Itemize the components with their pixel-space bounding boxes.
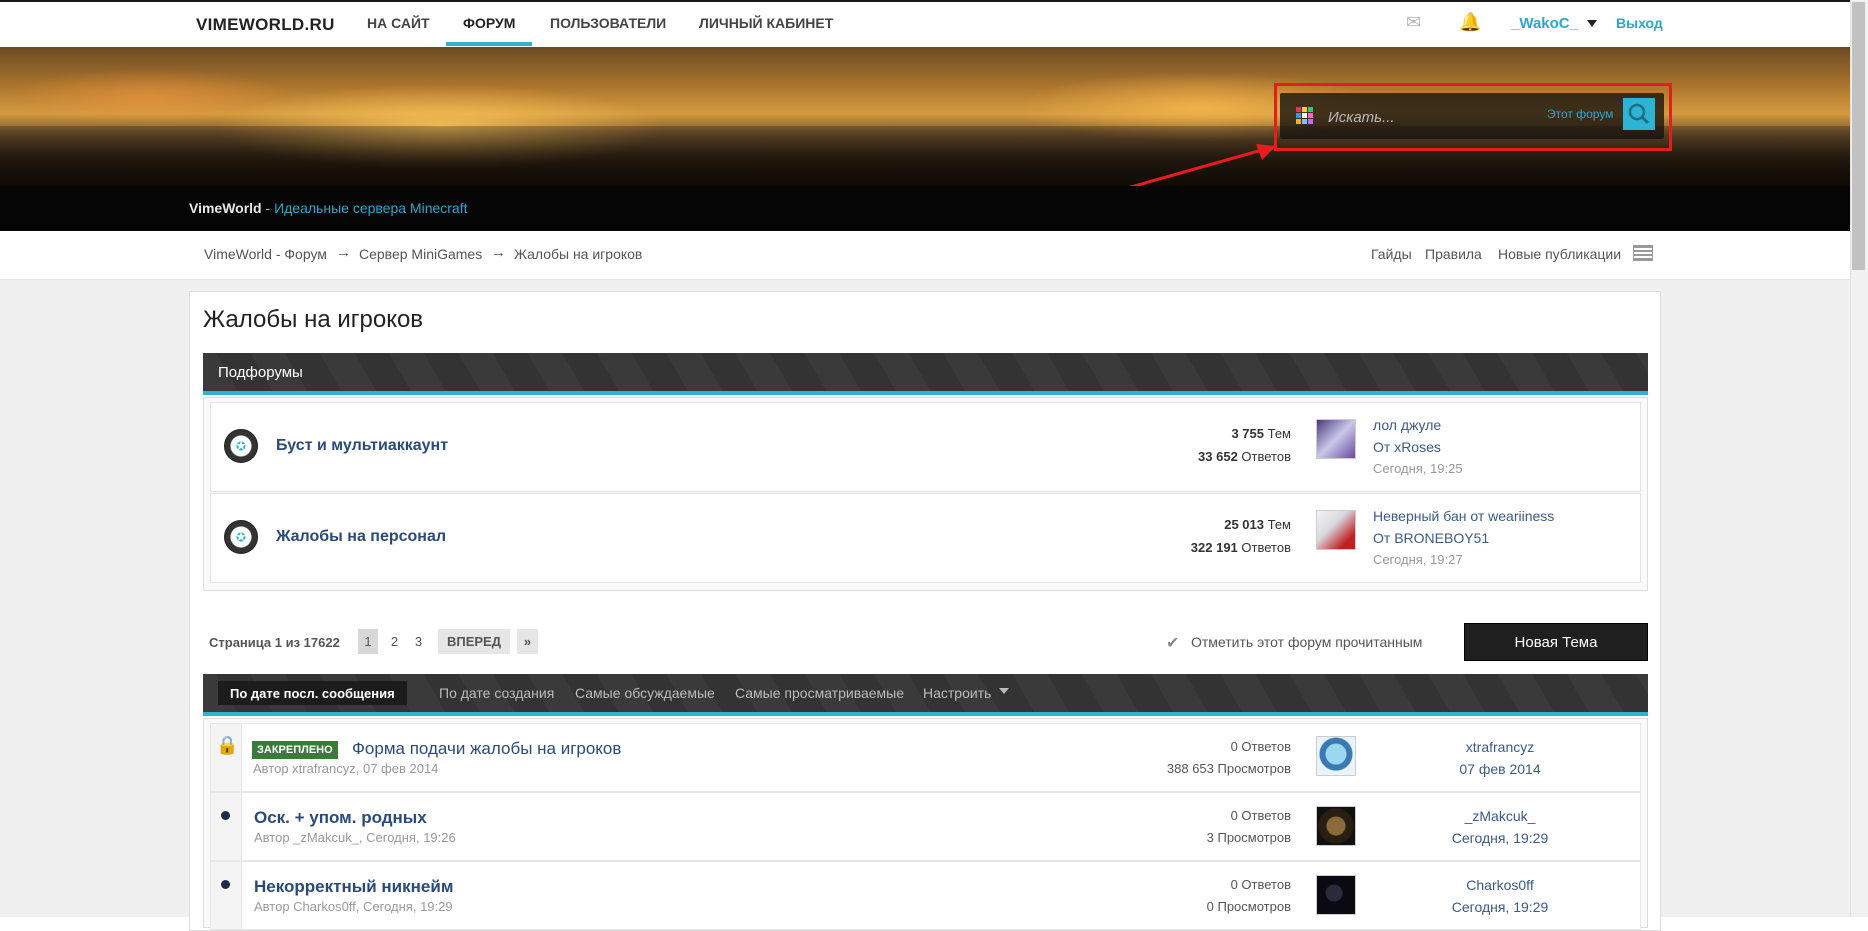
nav-item-forum[interactable]: ФОРУМ: [463, 15, 515, 31]
thread-title[interactable]: Форма подачи жалобы на игроков: [352, 739, 621, 759]
last-post-time: Сегодня, 19:27: [1373, 552, 1463, 567]
nav-item-cabinet[interactable]: ЛИЧНЫЙ КАБИНЕТ: [699, 15, 833, 31]
chevron-down-icon[interactable]: [999, 688, 1009, 694]
subforum-star-icon: ★: [224, 429, 258, 463]
subforums-header: [203, 353, 1648, 395]
user-menu[interactable]: _WakoC_: [1511, 15, 1578, 32]
last-post-author[interactable]: От xRoses: [1373, 439, 1441, 455]
replies-label: Ответов: [1241, 449, 1291, 464]
replies-label: Ответов: [1241, 540, 1291, 555]
breadcrumb-arrow: →: [491, 244, 506, 261]
last-post-title[interactable]: Неверный бан от weariiness: [1373, 508, 1554, 524]
chevron-down-icon[interactable]: [1587, 20, 1597, 27]
check-icon[interactable]: ✔: [1166, 633, 1179, 653]
sort-option[interactable]: Самые просматриваемые: [735, 685, 904, 701]
thread-views: 388 653 Просмотров: [1166, 761, 1291, 776]
thread-views: 3 Просмотров: [1206, 830, 1291, 845]
nav-active-indicator: [446, 42, 532, 46]
subforum-replies: 33 652 Ответов: [1171, 449, 1291, 464]
avatar[interactable]: [1316, 875, 1356, 915]
replies-count: 322 191: [1190, 540, 1238, 555]
unread-indicator: [221, 880, 230, 889]
nav-item-users[interactable]: ПОЛЬЗОВАТЕЛИ: [550, 15, 666, 31]
thread-meta: Автор _zMakcuk_, Сегодня, 19:26: [254, 830, 456, 845]
pinned-badge: ЗАКРЕПЛЕНО: [252, 741, 338, 759]
topics-label: Тем: [1267, 426, 1291, 441]
last-post-author[interactable]: От BRONEBOY51: [1373, 530, 1489, 546]
subforum-title[interactable]: Буст и мультиаккаунт: [276, 437, 448, 455]
page-title: Жалобы на игроков: [203, 306, 424, 333]
breadcrumb-item[interactable]: VimeWorld - Форум: [204, 246, 327, 262]
last-post-time: Сегодня, 19:25: [1373, 461, 1463, 476]
mail-icon[interactable]: ✉: [1406, 12, 1421, 33]
thread-replies: 0 Ответов: [1230, 877, 1291, 892]
sort-customize[interactable]: Настроить: [923, 685, 991, 701]
thread-views: 0 Просмотров: [1206, 899, 1291, 914]
last-post-time[interactable]: Сегодня, 19:29: [1420, 899, 1580, 915]
avatar[interactable]: [1316, 419, 1356, 459]
page-info: Страница 1 из 17622: [209, 635, 340, 650]
thread-title[interactable]: Некорректный никнейм: [254, 877, 453, 897]
topics-label: Тем: [1267, 517, 1291, 532]
topics-count: 25 013: [1224, 517, 1264, 532]
mark-read-link[interactable]: Отметить этот форум прочитанным: [1191, 634, 1422, 650]
subforum-title[interactable]: Жалобы на персонал: [276, 528, 446, 546]
subforum-topics: 25 013 Тем: [1171, 517, 1291, 532]
replies-count: 33 652: [1198, 449, 1238, 464]
avatar[interactable]: [1316, 736, 1356, 776]
nav-item-site[interactable]: НА САЙТ: [367, 15, 430, 31]
thread-meta: Автор Charkos0ff, Сегодня, 19:29: [254, 899, 453, 914]
last-post-time[interactable]: 07 фев 2014: [1420, 761, 1580, 777]
scrollbar-thumb[interactable]: [1852, 2, 1865, 270]
sort-option[interactable]: По дате создания: [439, 685, 554, 701]
last-post-user[interactable]: xtrafrancyz: [1420, 739, 1580, 755]
breadcrumb-arrow: →: [336, 244, 351, 261]
last-post-user[interactable]: _zMakcuk_: [1420, 808, 1580, 824]
thread-replies: 0 Ответов: [1230, 808, 1291, 823]
highlight-rectangle: [1274, 83, 1672, 151]
new-topic-button[interactable]: Новая Тема: [1464, 623, 1648, 661]
layout-toggle-icon[interactable]: [1633, 245, 1653, 261]
breadcrumb-current[interactable]: Жалобы на игроков: [514, 246, 642, 262]
last-page-button[interactable]: »: [517, 629, 538, 654]
tagline-separator: -: [261, 200, 275, 216]
brand-name[interactable]: VimeWorld: [189, 200, 262, 216]
thread-title[interactable]: Оск. + упом. родных: [254, 808, 427, 828]
subforum-star-icon: ★: [224, 520, 258, 554]
site-logo[interactable]: VIMEWORLD.RU: [196, 15, 335, 35]
breadcrumb-item[interactable]: Сервер MiniGames: [359, 246, 482, 262]
subforum-topics: 3 755 Тем: [1171, 426, 1291, 441]
tagline: VimeWorld - Идеальные сервера Minecraft: [189, 200, 468, 216]
topics-count: 3 755: [1231, 426, 1264, 441]
sort-option[interactable]: Самые обсуждаемые: [575, 685, 715, 701]
sort-option-active[interactable]: По дате посл. сообщения: [218, 681, 407, 705]
bell-icon[interactable]: 🔔: [1459, 12, 1481, 33]
quicklink-new-posts[interactable]: Новые публикации: [1498, 246, 1621, 262]
thread-replies: 0 Ответов: [1230, 739, 1291, 754]
page-button[interactable]: 3: [411, 629, 426, 654]
page-button[interactable]: 2: [387, 629, 402, 654]
tagline-text[interactable]: Идеальные сервера Minecraft: [274, 200, 467, 216]
quicklink-guides[interactable]: Гайды: [1371, 246, 1412, 262]
last-post-time[interactable]: Сегодня, 19:29: [1420, 830, 1580, 846]
unread-indicator: [221, 811, 230, 820]
last-post-title[interactable]: лол джуле: [1373, 417, 1441, 433]
subforum-replies: 322 191 Ответов: [1171, 540, 1291, 555]
avatar[interactable]: [1316, 806, 1356, 846]
lock-icon: 🔒: [216, 735, 239, 755]
thread-meta: Автор xtrafrancyz, 07 фев 2014: [253, 761, 439, 776]
quicklink-rules[interactable]: Правила: [1425, 246, 1482, 262]
next-page-button[interactable]: ВПЕРЕД: [438, 629, 510, 654]
page-button[interactable]: 1: [358, 629, 378, 654]
avatar[interactable]: [1316, 510, 1356, 550]
logout-link[interactable]: Выход: [1616, 15, 1663, 31]
last-post-user[interactable]: Charkos0ff: [1420, 877, 1580, 893]
subforums-title: Подфорумы: [218, 364, 303, 381]
